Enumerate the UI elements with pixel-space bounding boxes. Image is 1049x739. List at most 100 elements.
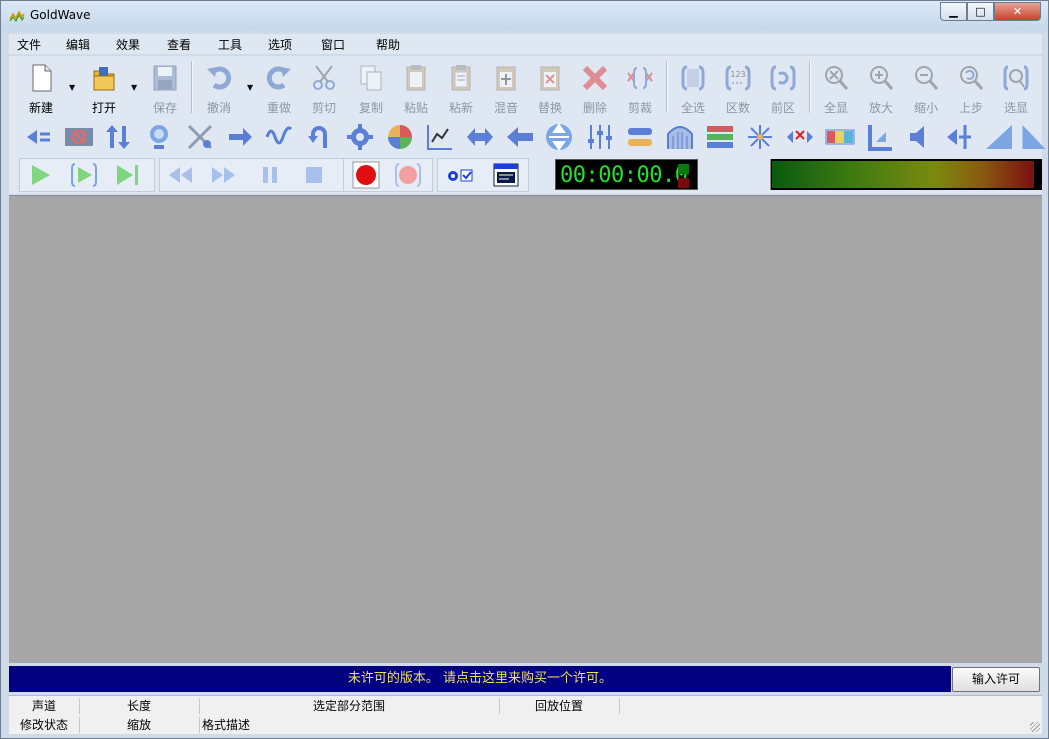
spectrum-filter-icon[interactable] [705, 122, 735, 152]
status-format: 格式描述 [202, 718, 251, 732]
cue-button[interactable]: 123 区数 [716, 61, 760, 117]
fast-forward-icon[interactable] [210, 161, 238, 189]
play-icon[interactable] [26, 161, 54, 189]
title-bar[interactable]: GoldWave ▁ □ ✕ [1, 1, 1048, 31]
zoom-previous-button[interactable]: 上步 [949, 61, 993, 117]
level-indicator-top [678, 164, 689, 174]
cut-button[interactable]: 剪切 [302, 61, 346, 117]
close-button[interactable]: ✕ [994, 2, 1041, 21]
reverse-icon[interactable] [305, 122, 335, 152]
window-properties-icon[interactable] [492, 161, 520, 189]
mix-button[interactable]: 混音 [484, 61, 528, 117]
doppler-icon[interactable] [745, 122, 775, 152]
play-group [19, 158, 155, 192]
new-button[interactable]: 新建 [19, 61, 63, 117]
show-selection-button[interactable]: 选显 [994, 61, 1038, 117]
main-toolbar: 新建 ▼ 打开 ▼ 保存 撤消 ▼ 重做 剪切 复制 粘贴 粘新 混音 替换 删… [9, 56, 1042, 118]
gear-effect-icon[interactable] [345, 122, 375, 152]
redo-icon [266, 66, 291, 90]
pitch-wave-icon[interactable] [265, 122, 295, 152]
copy-button[interactable]: 复制 [349, 61, 393, 117]
record-icon[interactable] [352, 161, 380, 189]
play-selection-icon[interactable] [70, 161, 98, 189]
offset-arrow-icon[interactable] [505, 122, 535, 152]
open-label: 打开 [91, 101, 116, 115]
fade-icon[interactable] [665, 122, 695, 152]
undo-icon [207, 66, 232, 90]
unlicensed-banner[interactable]: 未许可的版本。 请点击这里来购买一个许可。 [9, 666, 951, 692]
noise-reduction-icon[interactable] [64, 122, 94, 152]
enter-license-button[interactable]: 输入许可 [952, 667, 1040, 692]
undo-button[interactable]: 撤消 [197, 61, 241, 117]
equalizer-chart-icon[interactable] [425, 122, 455, 152]
save-button[interactable]: 保存 [143, 61, 187, 117]
record-selection-icon[interactable] [394, 161, 422, 189]
marker-l-icon[interactable] [866, 122, 896, 152]
navigation-group [159, 158, 347, 192]
echo-icon[interactable] [144, 122, 174, 152]
mechanize-icon[interactable] [225, 122, 255, 152]
menu-effects[interactable]: 效果 [116, 36, 140, 53]
delete-x-icon [582, 65, 608, 91]
status-channels: 声道 [31, 699, 56, 713]
fade-in-icon[interactable] [984, 122, 1014, 152]
paste-new-button[interactable]: 粘新 [439, 61, 483, 117]
redo-button[interactable]: 重做 [257, 61, 301, 117]
status-bar: 声道 长度 选定部分范围 回放位置 修改状态 缩放 格式描述 [9, 695, 1042, 734]
open-button[interactable]: 打开 [82, 61, 126, 117]
menu-help[interactable]: 帮助 [376, 36, 400, 53]
previous-button[interactable]: 前区 [761, 61, 805, 117]
resize-grip[interactable] [1030, 722, 1040, 732]
resample-arrows-icon[interactable] [465, 122, 495, 152]
show-all-button[interactable]: 全显 [814, 61, 858, 117]
trim-label: 剪裁 [627, 101, 652, 115]
expand-icon[interactable] [544, 122, 574, 152]
rewind-icon[interactable] [166, 161, 194, 189]
paste-button[interactable]: 粘贴 [394, 61, 438, 117]
zoom-out-button[interactable]: 缩小 [904, 61, 948, 117]
replace-button[interactable]: 替换 [528, 61, 572, 117]
menu-view[interactable]: 查看 [167, 36, 191, 53]
open-dropdown-icon[interactable]: ▼ [131, 83, 137, 92]
app-window: GoldWave ▁ □ ✕ 文件 编辑 效果 查看 工具 选项 窗口 帮助 新… [0, 0, 1049, 739]
fade-out-icon[interactable] [1019, 122, 1049, 152]
menu-tools[interactable]: 工具 [218, 36, 242, 53]
zoom-in-label: 放大 [868, 101, 893, 115]
menu-file[interactable]: 文件 [17, 36, 41, 53]
mix-label: 混音 [493, 101, 518, 115]
paste-new-icon [451, 65, 471, 91]
workspace-area[interactable] [9, 195, 1042, 663]
save-disk-icon [153, 65, 177, 91]
toolbar-separator [666, 61, 668, 113]
speaker-icon[interactable] [906, 122, 936, 152]
zoom-in-button[interactable]: 放大 [859, 61, 903, 117]
spectrum-bar-icon[interactable] [825, 122, 855, 152]
volume-left-icon[interactable] [24, 122, 54, 152]
equalizer-sliders-icon[interactable] [585, 122, 615, 152]
stereo-swap-icon[interactable] [103, 122, 133, 152]
select-all-button[interactable]: 全选 [671, 61, 715, 117]
menu-edit[interactable]: 编辑 [66, 36, 90, 53]
minimize-button[interactable]: ▁ [940, 2, 967, 21]
menu-window[interactable]: 窗口 [321, 36, 345, 53]
stop-icon[interactable] [300, 161, 328, 189]
device-controls-icon[interactable] [446, 161, 474, 189]
select-all-icon [681, 65, 705, 91]
pop-click-icon[interactable] [785, 122, 815, 152]
undo-dropdown-icon[interactable]: ▼ [247, 83, 253, 92]
trim-button[interactable]: 剪裁 [618, 61, 662, 117]
color-wheel-icon[interactable] [385, 122, 415, 152]
volume-bars-icon[interactable] [625, 122, 655, 152]
silence-cut-icon[interactable] [185, 122, 215, 152]
delete-button[interactable]: 删除 [573, 61, 617, 117]
status-playback-position: 回放位置 [534, 699, 583, 713]
trim-icon [627, 67, 653, 89]
pause-icon[interactable] [256, 161, 284, 189]
maximize-button[interactable]: □ [967, 2, 994, 21]
status-length: 长度 [126, 699, 151, 713]
new-dropdown-icon[interactable]: ▼ [69, 83, 75, 92]
play-to-end-icon[interactable] [114, 161, 142, 189]
menu-options[interactable]: 选项 [268, 36, 292, 53]
volume-control-icon[interactable] [945, 122, 975, 152]
transport-toolbar: 00:00:00.0 [9, 156, 1042, 194]
